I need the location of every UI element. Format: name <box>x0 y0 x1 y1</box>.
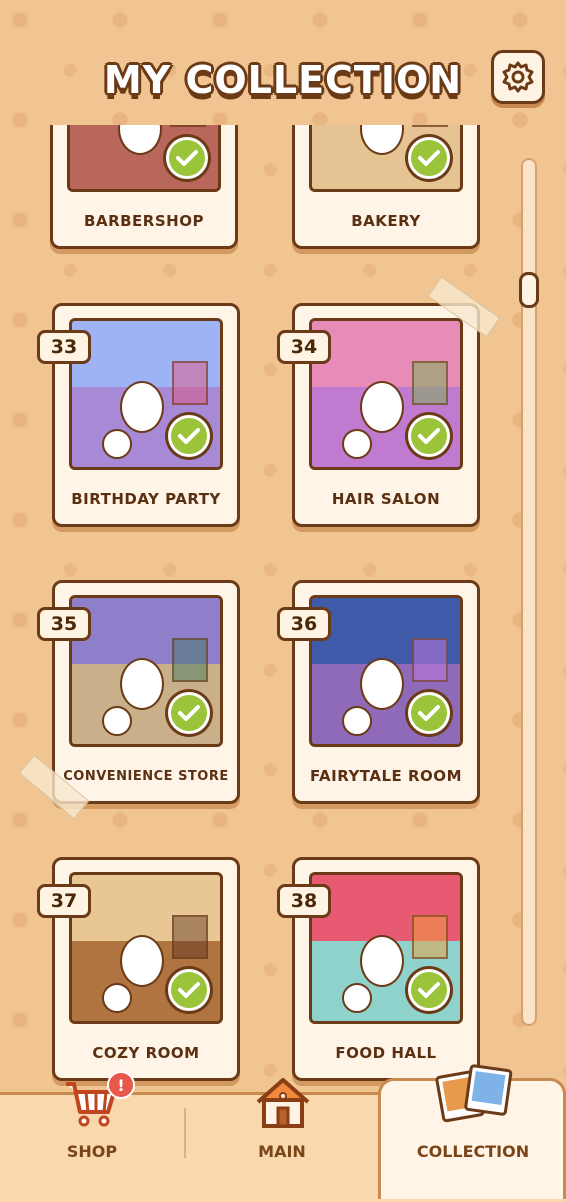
nav-collection[interactable]: COLLECTION <box>380 1064 566 1185</box>
page-title: MY COLLECTION <box>103 58 463 102</box>
room-name: BARBERSHOP <box>84 212 204 230</box>
collection-card[interactable]: BAKERY <box>292 125 480 249</box>
nav-main[interactable]: MAIN <box>186 1078 378 1199</box>
room-artwork <box>309 318 463 470</box>
check-icon <box>408 415 450 457</box>
room-name: COZY ROOM <box>92 1044 200 1062</box>
scrollbar-thumb[interactable] <box>519 272 539 308</box>
check-icon <box>408 692 450 734</box>
collection-card[interactable]: 37 COZY ROOM <box>37 857 240 1081</box>
room-number-badge: 37 <box>37 884 91 918</box>
room-number-badge: 38 <box>277 884 331 918</box>
check-icon <box>408 969 450 1011</box>
collection-card[interactable]: 38 FOOD HALL <box>277 857 480 1081</box>
collection-card[interactable]: 35 CONVENIENCE STORE <box>37 580 240 804</box>
settings-button[interactable] <box>491 50 545 104</box>
collection-card[interactable]: 36 FAIRYTALE ROOM <box>277 580 480 804</box>
room-name: FOOD HALL <box>335 1044 437 1062</box>
check-icon <box>166 137 208 179</box>
nav-shop[interactable]: SHOP <box>0 1082 184 1199</box>
nav-shop-label: SHOP <box>66 1142 118 1161</box>
house-icon <box>256 1078 310 1128</box>
room-artwork <box>309 595 463 747</box>
check-icon <box>408 137 450 179</box>
nav-collection-label: COLLECTION <box>416 1142 530 1161</box>
room-artwork <box>69 595 223 747</box>
room-number-badge: 35 <box>37 607 91 641</box>
room-name: BAKERY <box>351 212 421 230</box>
room-name: FAIRYTALE ROOM <box>310 767 462 785</box>
room-number-badge: 36 <box>277 607 331 641</box>
room-name: CONVENIENCE STORE <box>63 769 229 784</box>
check-icon <box>168 692 210 734</box>
check-icon <box>168 969 210 1011</box>
collection-grid[interactable]: BARBERSHOP BAKERY 33 BIRTHDAY PARTY 34 H… <box>0 125 566 1090</box>
room-artwork <box>69 872 223 1024</box>
room-artwork <box>67 125 221 192</box>
room-artwork <box>69 318 223 470</box>
notification-badge: ! <box>107 1071 135 1099</box>
room-number-badge: 34 <box>277 330 331 364</box>
room-name: BIRTHDAY PARTY <box>71 490 221 508</box>
collection-card[interactable]: 33 BIRTHDAY PARTY <box>37 303 240 527</box>
room-name: HAIR SALON <box>331 490 441 508</box>
gear-icon <box>502 61 534 93</box>
room-artwork <box>309 872 463 1024</box>
photos-icon <box>435 1064 513 1123</box>
nav-main-label: MAIN <box>258 1142 306 1161</box>
check-icon <box>168 415 210 457</box>
room-number-badge: 33 <box>37 330 91 364</box>
room-artwork <box>309 125 463 192</box>
collection-card[interactable]: BARBERSHOP <box>50 125 238 249</box>
collection-card[interactable]: 34 HAIR SALON <box>277 303 480 527</box>
